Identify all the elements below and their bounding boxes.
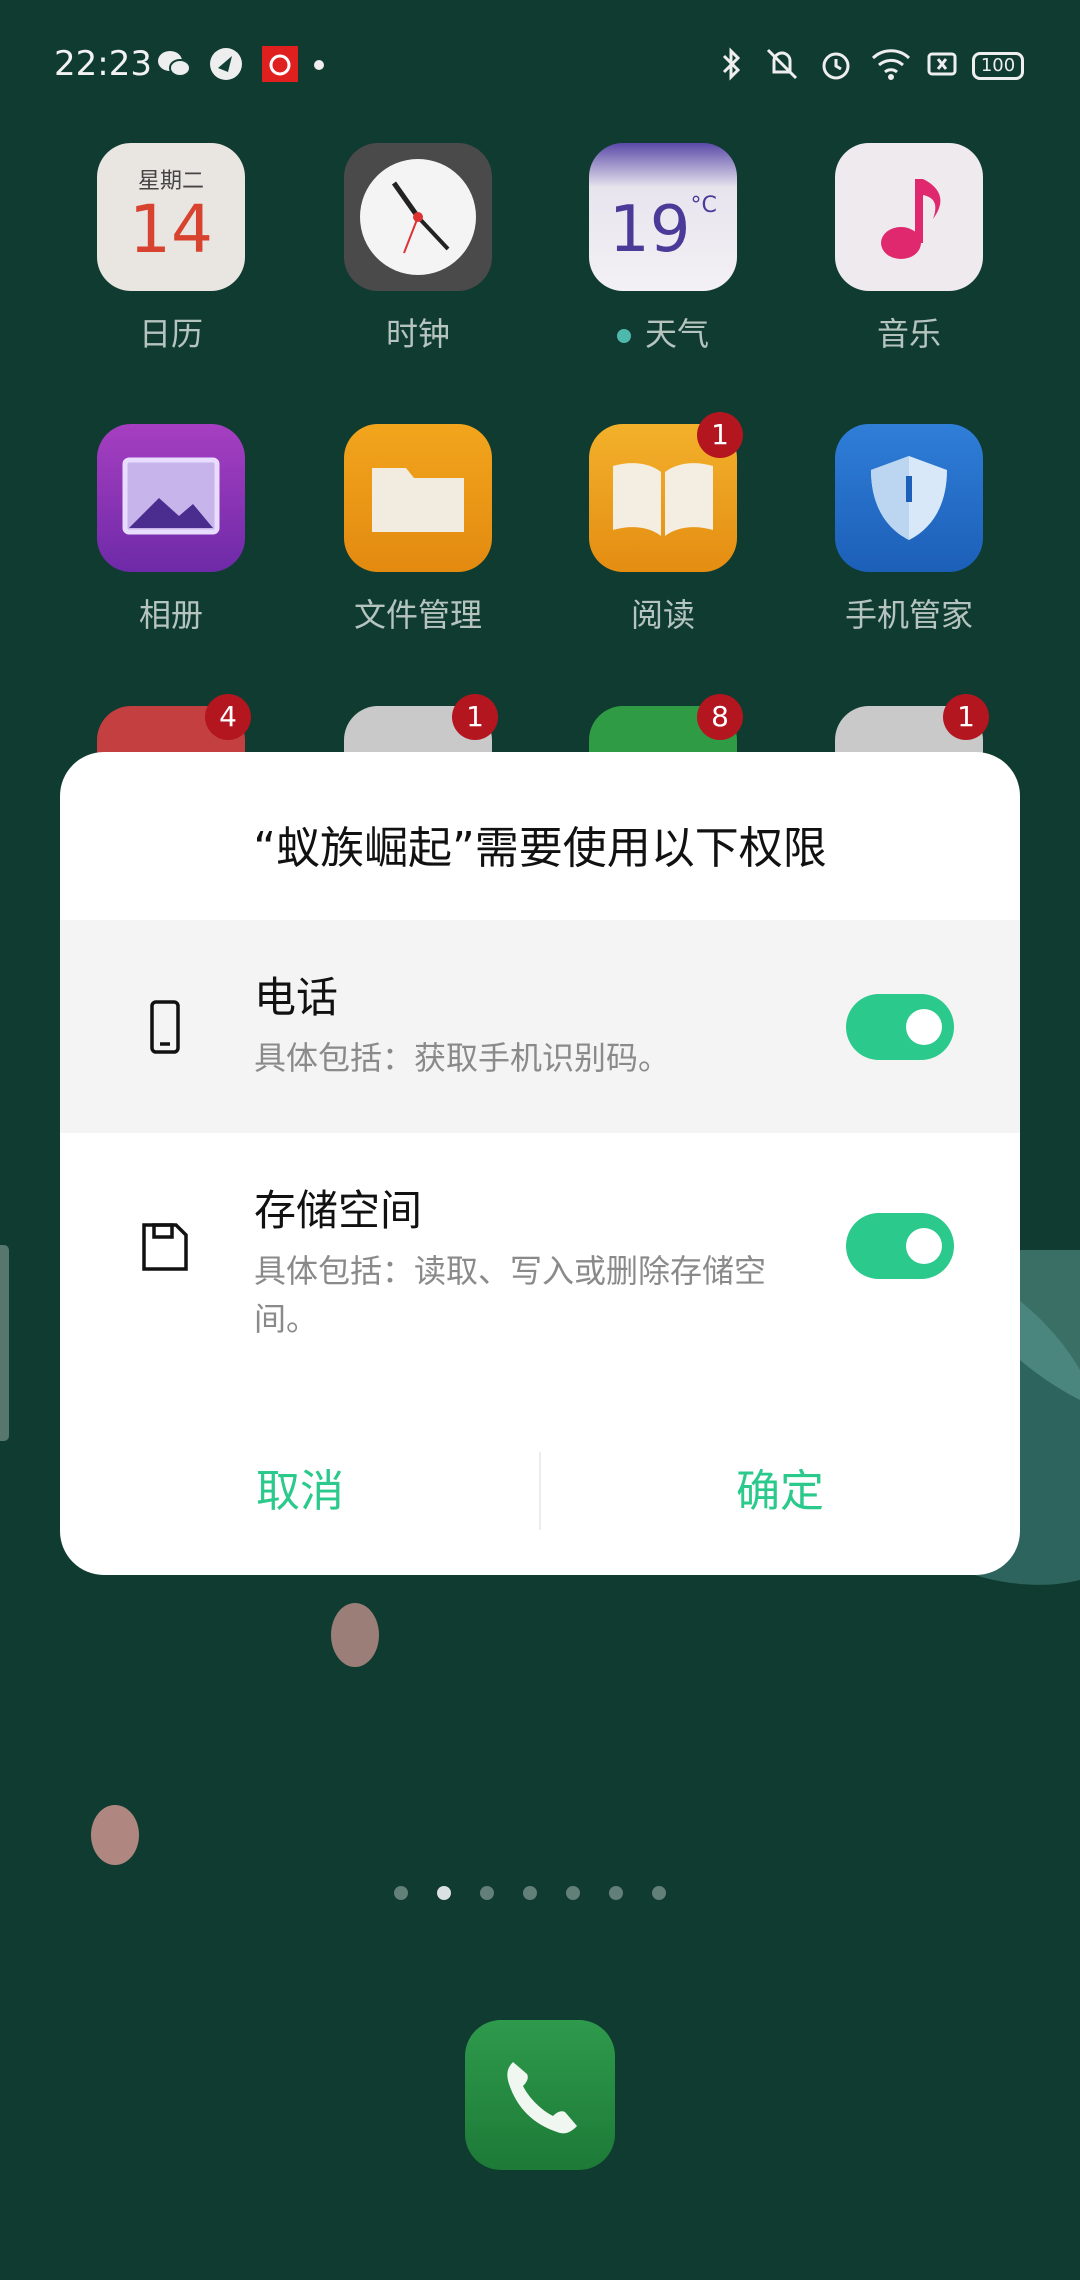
weather-temp: 19 <box>609 193 691 267</box>
side-edge-handle[interactable] <box>0 1245 9 1441</box>
page-dot[interactable] <box>480 1886 494 1900</box>
app-calendar[interactable]: 星期二 14 日历 <box>86 143 256 355</box>
wifi-icon <box>871 49 911 80</box>
gallery-icon <box>97 424 245 572</box>
dialog-title: “蚁族崛起”需要使用以下权限 <box>253 823 827 874</box>
app-label: 文件管理 <box>353 596 482 634</box>
app-icon <box>210 48 242 80</box>
shield-icon <box>835 424 983 572</box>
permission-desc: 具体包括：读取、写入或删除存储空间。 <box>254 1252 767 1338</box>
alarm-icon <box>822 52 850 80</box>
app-phone-manager[interactable]: 手机管家 <box>824 424 994 636</box>
page-dot-active[interactable] <box>437 1886 451 1900</box>
app-label: 时钟 <box>385 315 450 353</box>
save-icon <box>142 1223 188 1271</box>
app-label: 阅读 <box>630 596 695 634</box>
status-bar: 22:23 100 <box>0 0 1080 130</box>
notification-badge: 1 <box>697 412 743 458</box>
weather-icon: 19°C <box>589 143 737 291</box>
notification-badge: 4 <box>205 694 251 740</box>
permission-row-storage: 存储空间 具体包括：读取、写入或删除存储空间。 <box>60 1133 1020 1383</box>
app-label: 手机管家 <box>844 596 973 634</box>
permission-toggle-storage[interactable] <box>846 1213 954 1279</box>
app-label-with-dot: 天气 <box>578 309 748 355</box>
book-icon: 1 <box>589 412 743 572</box>
page-dot[interactable] <box>523 1886 537 1900</box>
folder-icon <box>344 424 492 572</box>
phone-call-icon <box>507 2062 577 2134</box>
notification-badge: 8 <box>697 694 743 740</box>
page-dot[interactable] <box>652 1886 666 1900</box>
toggle-knob <box>906 1228 942 1264</box>
weather-unit: °C <box>690 193 717 218</box>
dock-phone-app[interactable] <box>465 2020 615 2170</box>
weather-label: 天气 <box>644 315 709 353</box>
new-dot <box>616 329 631 343</box>
cancel-button[interactable]: 取消 <box>60 1442 540 1542</box>
permission-row-phone: 电话 具体包括：获取手机识别码。 <box>60 920 1020 1133</box>
app-clock[interactable]: 时钟 <box>333 143 503 355</box>
bluetooth-icon <box>722 47 741 81</box>
permission-desc: 具体包括：获取手机识别码。 <box>254 1039 671 1077</box>
phone-icon <box>150 1000 180 1054</box>
page-dot[interactable] <box>394 1886 408 1900</box>
notification-badge: 1 <box>452 694 498 740</box>
petal-decoration <box>91 1805 139 1865</box>
calendar-day: 14 <box>129 191 213 268</box>
confirm-button[interactable]: 确定 <box>540 1442 1020 1542</box>
petal-decoration-2 <box>331 1603 379 1667</box>
permission-dialog: “蚁族崛起”需要使用以下权限 电话 具体包括：获取手机识别码。 存储空间 具体包… <box>60 752 1020 1575</box>
netease-music-icon <box>262 46 298 82</box>
app-file-manager[interactable]: 文件管理 <box>333 424 503 636</box>
wechat-icon <box>158 51 191 77</box>
status-time: 22:23 <box>54 44 152 84</box>
page-indicator <box>394 1886 666 1900</box>
app-gallery[interactable]: 相册 <box>86 424 256 636</box>
app-reading[interactable]: 1 阅读 <box>578 412 748 636</box>
music-icon <box>835 143 983 291</box>
toggle-knob <box>906 1009 942 1045</box>
permission-title: 存储空间 <box>254 1186 423 1235</box>
calendar-icon: 星期二 14 <box>97 143 245 291</box>
sim-icon <box>927 52 957 76</box>
app-weather[interactable]: 19°C 天气 <box>578 143 748 355</box>
page-dot[interactable] <box>566 1886 580 1900</box>
permission-toggle-phone[interactable] <box>846 994 954 1060</box>
notification-dot-icon <box>314 60 324 70</box>
app-label: 日历 <box>138 315 203 353</box>
clock-icon <box>344 143 492 291</box>
permission-title: 电话 <box>254 973 339 1022</box>
notification-badge: 1 <box>943 694 989 740</box>
battery-icon: 100 <box>972 52 1024 80</box>
mute-icon <box>766 48 798 80</box>
app-music[interactable]: 音乐 <box>824 143 994 355</box>
page-dot[interactable] <box>609 1886 623 1900</box>
app-label: 相册 <box>138 596 203 634</box>
app-label: 音乐 <box>876 315 941 353</box>
